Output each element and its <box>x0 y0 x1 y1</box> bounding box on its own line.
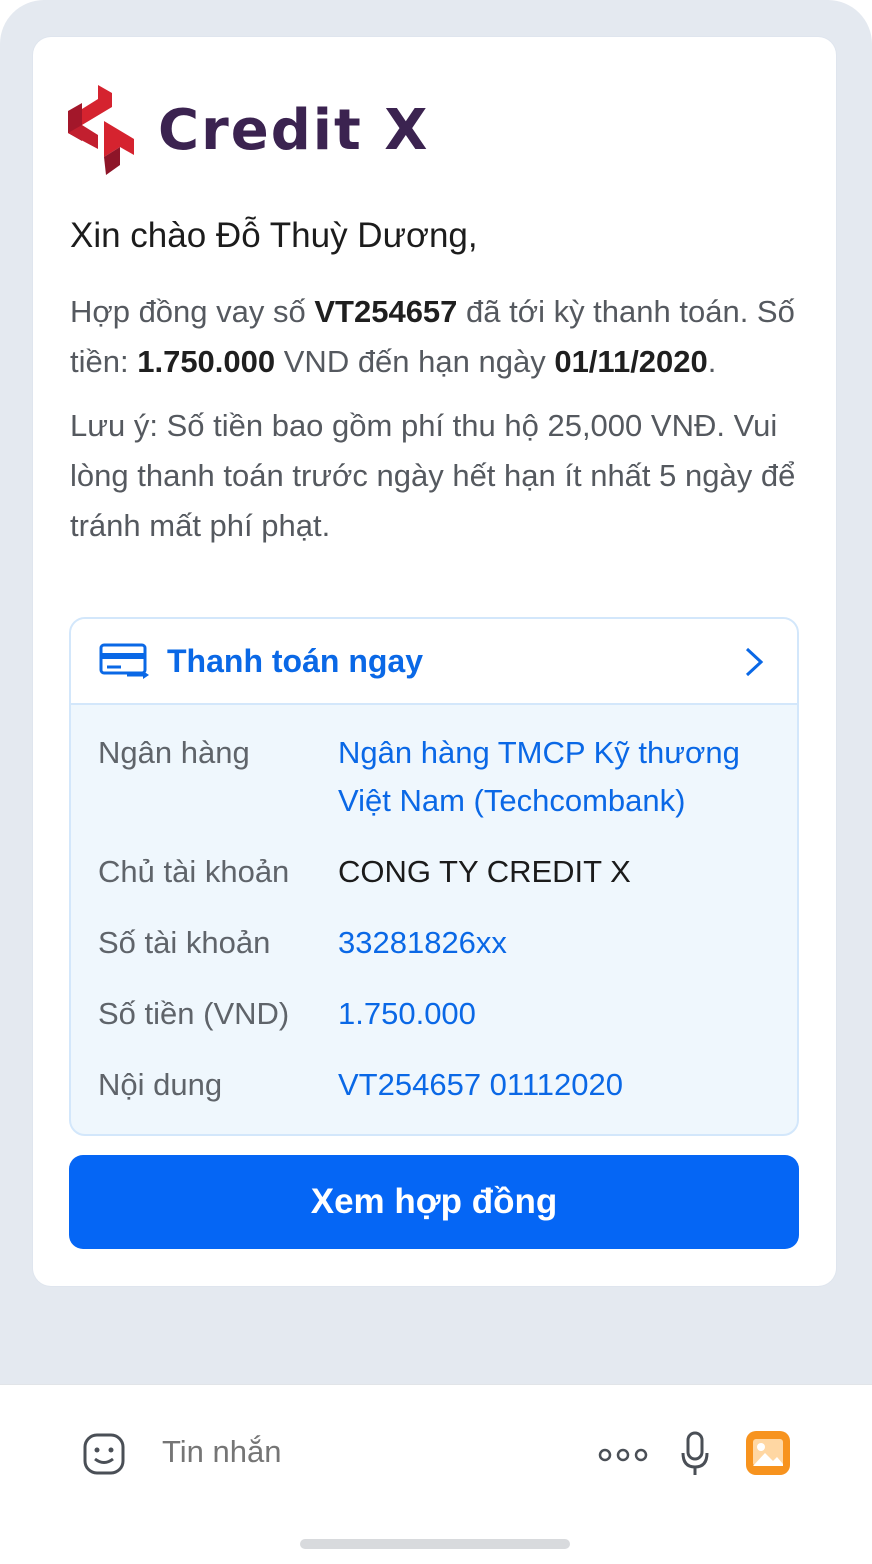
payment-details: Ngân hàng Ngân hàng TMCP Kỹ thương Việt … <box>71 705 797 1109</box>
detail-value[interactable]: Ngân hàng TMCP Kỹ thương Việt Nam (Techc… <box>338 729 778 825</box>
detail-row-account-number: Số tài khoản 33281826xx <box>98 919 797 967</box>
message-composer <box>0 1384 872 1564</box>
detail-row-amount: Số tiền (VND) 1.750.000 <box>98 990 797 1038</box>
image-icon[interactable] <box>746 1431 790 1475</box>
due-notice: Hợp đồng vay số VT254657 đã tới kỳ thanh… <box>70 287 799 387</box>
brand-header: Credit X <box>68 85 799 175</box>
detail-label: Nội dung <box>98 1067 223 1102</box>
detail-label: Ngân hàng <box>98 735 250 770</box>
pay-now-link[interactable]: Thanh toán ngay <box>71 619 797 705</box>
fee-note: Lưu ý: Số tiền bao gồm phí thu hộ 25,000… <box>70 408 796 543</box>
greeting-text: Xin chào Đỗ Thuỳ Dương, <box>70 216 478 255</box>
due-date: 01/11/2020 <box>554 344 708 379</box>
detail-row-account-holder: Chủ tài khoản CONG TY CREDIT X <box>98 848 797 896</box>
home-indicator <box>300 1539 570 1549</box>
notice-text: . <box>707 344 717 379</box>
microphone-icon[interactable] <box>680 1431 710 1477</box>
credit-x-logo-icon <box>68 85 134 175</box>
chevron-right-icon <box>745 647 764 677</box>
emoji-icon[interactable] <box>82 1432 126 1476</box>
brand-name: Credit X <box>158 97 430 163</box>
payment-info-box: Thanh toán ngay Ngân hàng Ngân hàng TMCP… <box>69 617 799 1136</box>
notice-text: VND đến hạn ngày <box>275 344 555 379</box>
pay-now-label: Thanh toán ngay <box>167 642 423 679</box>
view-contract-button[interactable]: Xem hợp đồng <box>69 1155 799 1249</box>
message-input[interactable] <box>162 1427 562 1477</box>
more-icon[interactable] <box>598 1445 648 1465</box>
message-card: Credit X Xin chào Đỗ Thuỳ Dương, Hợp đồn… <box>33 37 836 1286</box>
credit-card-icon <box>99 643 149 679</box>
detail-row-bank: Ngân hàng Ngân hàng TMCP Kỹ thương Việt … <box>98 729 797 825</box>
detail-value: CONG TY CREDIT X <box>338 854 631 889</box>
detail-row-content: Nội dung VT254657 01112020 <box>98 1061 797 1109</box>
detail-value[interactable]: VT254657 01112020 <box>338 1061 778 1109</box>
detail-value[interactable]: 33281826xx <box>338 919 778 967</box>
contract-number: VT254657 <box>314 294 458 329</box>
detail-value[interactable]: 1.750.000 <box>338 990 778 1038</box>
due-amount: 1.750.000 <box>137 344 276 379</box>
chat-background: Credit X Xin chào Đỗ Thuỳ Dương, Hợp đồn… <box>0 0 872 1564</box>
detail-label: Số tài khoản <box>98 925 271 960</box>
detail-label: Số tiền (VND) <box>98 996 290 1031</box>
notice-text: Hợp đồng vay số <box>70 294 315 329</box>
detail-label: Chủ tài khoản <box>98 854 290 889</box>
